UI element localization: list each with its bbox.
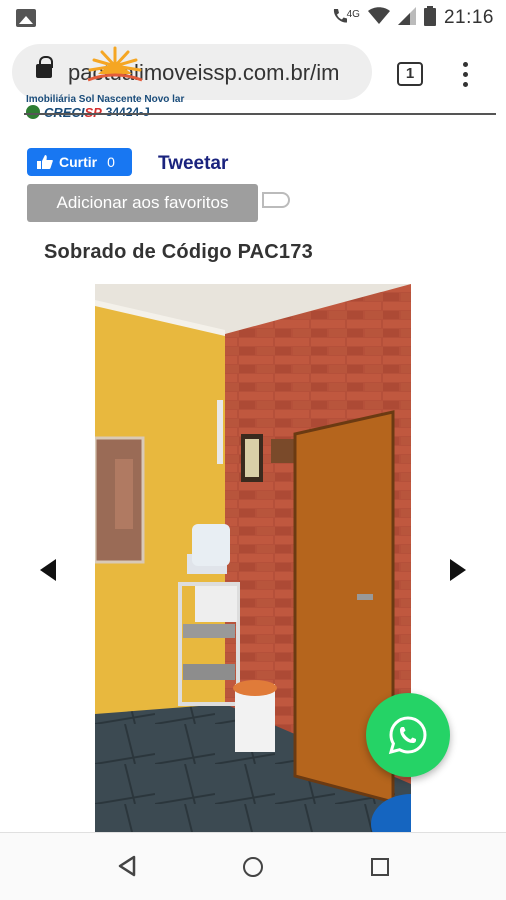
browser-toolbar: pactualimoveissp.com.br/im 1 <box>0 36 506 112</box>
favorites-count-bubble <box>262 192 290 208</box>
creci-badge: CRECISP 34424-J <box>26 104 150 120</box>
wifi-icon <box>367 6 390 30</box>
menu-icon[interactable] <box>460 62 470 88</box>
system-nav-bar <box>0 832 506 900</box>
thumbs-up-icon <box>37 155 53 169</box>
social-buttons: Curtir 0 Tweetar <box>27 148 228 176</box>
lock-icon <box>36 56 53 78</box>
creci-brand-suffix: SP <box>84 104 102 120</box>
add-to-favorites-button[interactable]: Adicionar aos favoritos <box>27 184 258 222</box>
creci-brand: CRECI <box>44 104 85 120</box>
clock: 21:16 <box>443 7 494 28</box>
url-text[interactable]: pactualimoveissp.com.br/im <box>68 60 362 86</box>
whatsapp-icon <box>388 716 427 755</box>
recents-icon[interactable] <box>371 858 389 876</box>
creci-seal-icon <box>26 105 40 119</box>
tweet-link[interactable]: Tweetar <box>158 153 228 175</box>
header-divider <box>24 113 496 115</box>
network-type: 4G <box>346 8 360 20</box>
like-label: Curtir <box>59 154 98 170</box>
back-icon[interactable] <box>117 855 137 877</box>
status-bar: 4G 21:16 <box>0 0 506 36</box>
status-icons: 4G 21:16 <box>331 5 494 31</box>
arrow-right-icon[interactable] <box>450 559 466 581</box>
creci-number: 34424-J <box>105 105 150 119</box>
address-bar[interactable]: pactualimoveissp.com.br/im <box>12 44 372 100</box>
property-title: Sobrado de Código PAC173 <box>44 241 313 263</box>
like-count: 0 <box>107 154 115 170</box>
tabs-button[interactable]: 1 <box>397 62 423 86</box>
tab-count: 1 <box>405 65 415 82</box>
gallery-icon <box>16 9 36 27</box>
signal-icon <box>397 6 416 30</box>
whatsapp-button[interactable] <box>366 693 450 777</box>
arrow-left-icon[interactable] <box>40 559 56 581</box>
battery-icon <box>423 5 436 31</box>
home-icon[interactable] <box>243 857 263 877</box>
facebook-like-button[interactable]: Curtir 0 <box>27 148 132 176</box>
property-photo[interactable] <box>95 284 411 832</box>
